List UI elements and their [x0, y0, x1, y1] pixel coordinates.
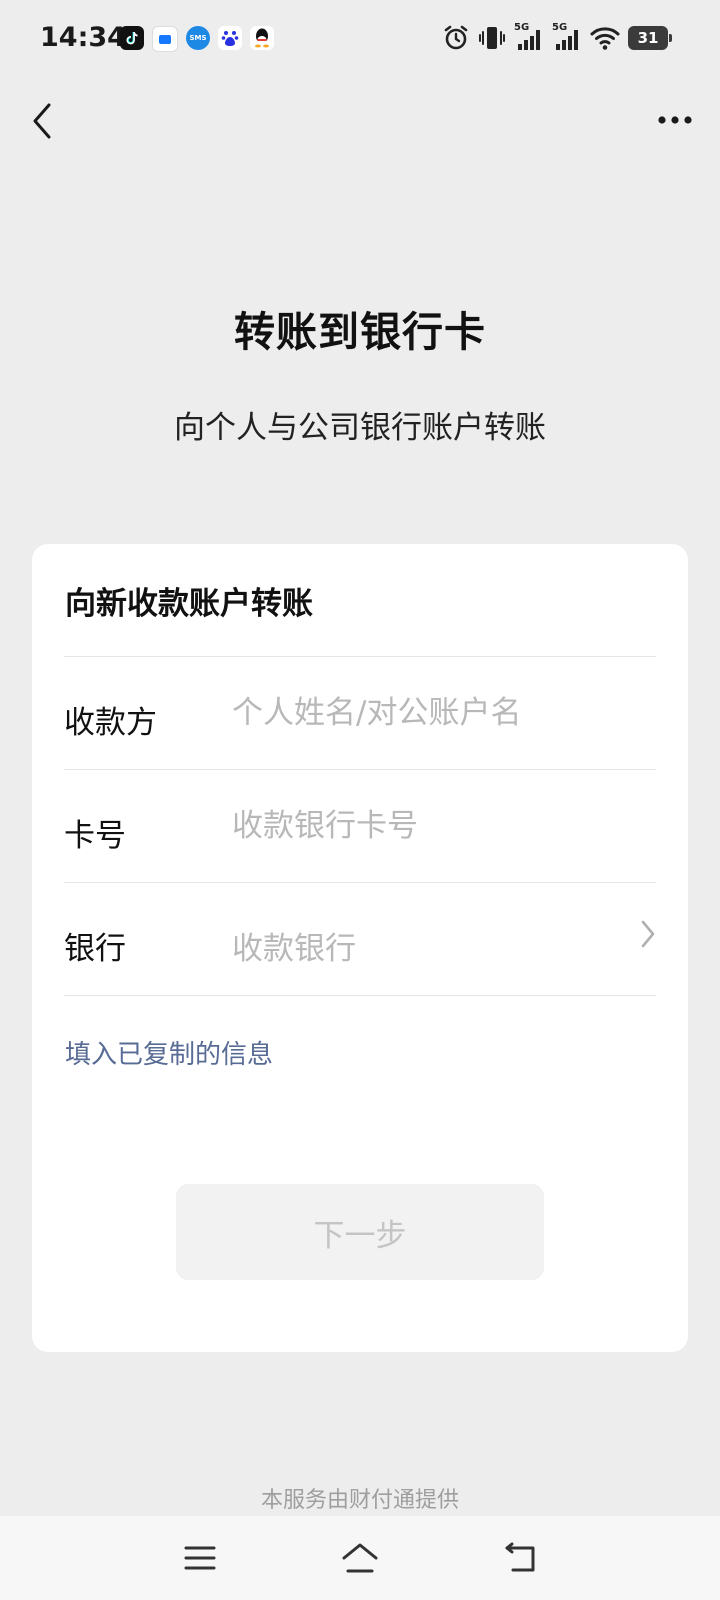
sms-icon: SMS — [186, 26, 210, 50]
system-icons: 5G 5G 31 — [442, 22, 672, 52]
next-button[interactable]: 下一步 — [176, 1184, 544, 1280]
payee-input[interactable] — [232, 685, 632, 741]
notification-icons: SMS — [120, 26, 274, 52]
signal-5g-icon-2: 5G — [552, 22, 582, 52]
status-bar: 14:34 SMS 5G 5G 31 — [0, 0, 720, 80]
wifi-icon — [590, 27, 620, 50]
home-button[interactable] — [336, 1536, 384, 1580]
service-provider-note: 本服务由财付通提供 — [260, 1488, 459, 1513]
more-dots-icon — [658, 116, 692, 124]
bank-select[interactable]: 银行 收款银行 — [64, 883, 656, 995]
payee-row: 收款方 — [64, 657, 656, 769]
card-number-row: 卡号 — [64, 770, 656, 882]
menu-icon — [184, 1546, 216, 1570]
bank-label: 银行 — [64, 931, 126, 967]
baidu-icon — [218, 26, 242, 50]
battery-level: 31 — [637, 29, 659, 47]
paste-copied-info-link[interactable]: 填入已复制的信息 — [65, 1034, 273, 1071]
back-nav-button[interactable] — [496, 1536, 544, 1580]
section-title: 向新收款账户转账 — [65, 586, 313, 622]
card-number-label: 卡号 — [64, 818, 126, 854]
menu-button[interactable] — [176, 1536, 224, 1580]
message-icon — [152, 26, 178, 52]
alarm-icon — [444, 25, 468, 50]
divider — [64, 995, 656, 996]
chevron-left-icon — [33, 103, 51, 139]
return-icon — [505, 1542, 535, 1572]
more-button[interactable] — [650, 100, 700, 140]
system-navigation-bar — [0, 1516, 720, 1600]
payee-label: 收款方 — [64, 705, 157, 741]
qq-icon — [250, 26, 274, 50]
tiktok-icon — [120, 26, 144, 50]
back-button[interactable] — [22, 96, 62, 146]
card-number-input[interactable] — [232, 798, 632, 854]
bank-placeholder: 收款银行 — [232, 931, 356, 967]
page-subtitle: 向个人与公司银行账户转账 — [174, 410, 546, 446]
page-title: 转账到银行卡 — [234, 308, 486, 356]
vibrate-icon — [479, 27, 505, 49]
battery-indicator: 31 — [628, 26, 672, 50]
chevron-right-icon — [641, 920, 655, 948]
status-time: 14:34 — [40, 22, 126, 53]
signal-5g-icon-1: 5G — [514, 22, 544, 52]
home-icon — [342, 1543, 378, 1573]
transfer-form-card: 向新收款账户转账 收款方 卡号 银行 收款银行 填入已复制的信息 下一步 — [32, 544, 688, 1352]
